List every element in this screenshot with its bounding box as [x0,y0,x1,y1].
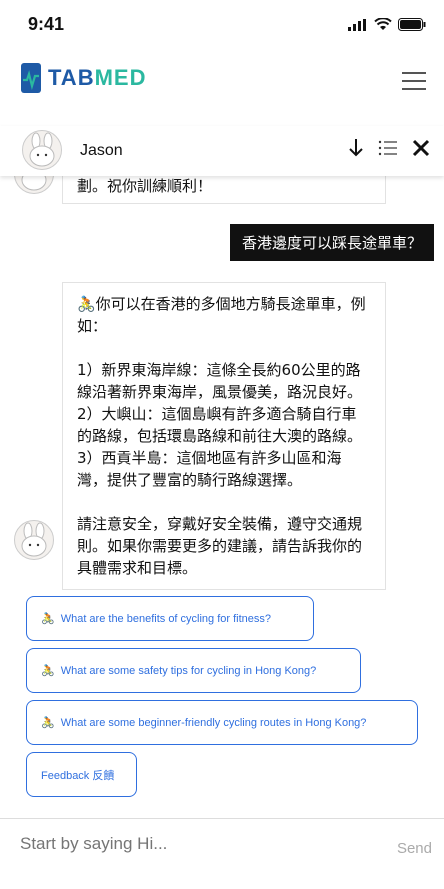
close-icon [412,139,430,157]
wifi-icon [374,18,392,30]
tabmed-logo[interactable]: TABMED [20,62,146,94]
bot-avatar [14,176,54,194]
suggestion-label: What are some beginner-friendly cycling … [60,716,367,729]
chat-actions [348,138,430,158]
close-button[interactable] [412,139,430,157]
bunny-avatar-icon [29,132,55,167]
message-input[interactable] [18,833,382,855]
bunny-avatar-icon [21,176,47,191]
bunny-avatar-icon [21,522,47,557]
battery-icon [398,18,426,31]
contact-name: Jason [80,142,123,159]
list-button[interactable] [378,139,398,157]
suggestion-button[interactable]: 🚴 What are some beginner-friendly cyclin… [26,700,418,745]
contact-avatar [22,130,62,170]
suggestion-label: What are the benefits of cycling for fit… [60,612,272,625]
logo-mark-icon [21,63,41,93]
suggestion-button[interactable]: 🚴 What are the benefits of cycling for f… [26,596,314,641]
menu-button[interactable] [402,72,426,90]
feedback-label: Feedback 反饋 [41,769,115,782]
arrow-down-icon [349,139,363,157]
bot-avatar [14,520,54,560]
message-text: 劃。祝你訓練順利！ [77,177,213,195]
chat-header: Jason [0,126,444,176]
menu-line-icon [402,88,426,90]
cellular-signal-icon [348,18,366,31]
cyclist-icon: 🚴 [41,665,55,677]
status-bar: 9:41 [0,0,444,48]
cyclist-icon: 🚴 [41,613,55,625]
list-icon [378,140,397,156]
user-message: 香港邊度可以踩長途單車？ [229,224,434,261]
logo-text: TABMED [48,65,147,90]
scroll-down-button[interactable] [348,138,364,158]
feedback-button[interactable]: Feedback 反饋 [26,752,137,797]
chat-messages[interactable]: 劃。祝你訓練順利！ 香港邊度可以踩長途單車？ 🚴你可以在香港的多個地方騎長途單車… [0,176,444,816]
message-paragraph: 1）新界東海岸線：這條全長約60公里的路線沿著新界東海岸，風景優美，路況良好。 … [77,361,363,489]
bot-message: 劃。祝你訓練順利！ [62,176,386,204]
status-time: 9:41 [28,14,65,34]
bot-message: 🚴你可以在香港的多個地方騎長途單車，例如： 1）新界東海岸線：這條全長約60公里… [62,282,386,590]
message-paragraph: 請注意安全，穿戴好安全裝備，遵守交通規則。如果你需要更多的建議，請告訴我你的具體… [77,515,363,577]
message-paragraph: 🚴你可以在香港的多個地方騎長途單車，例如： [77,295,366,335]
input-bar: Send [0,818,444,889]
cyclist-icon: 🚴 [41,717,55,729]
message-text: 香港邊度可以踩長途單車？ [241,234,422,252]
suggestion-label: What are some safety tips for cycling in… [60,664,317,677]
status-icons [348,18,426,31]
send-button[interactable]: Send [391,839,438,858]
menu-line-icon [402,80,426,82]
menu-line-icon [402,72,426,74]
app-header: TABMED [0,48,444,126]
suggestion-button[interactable]: 🚴 What are some safety tips for cycling … [26,648,361,693]
